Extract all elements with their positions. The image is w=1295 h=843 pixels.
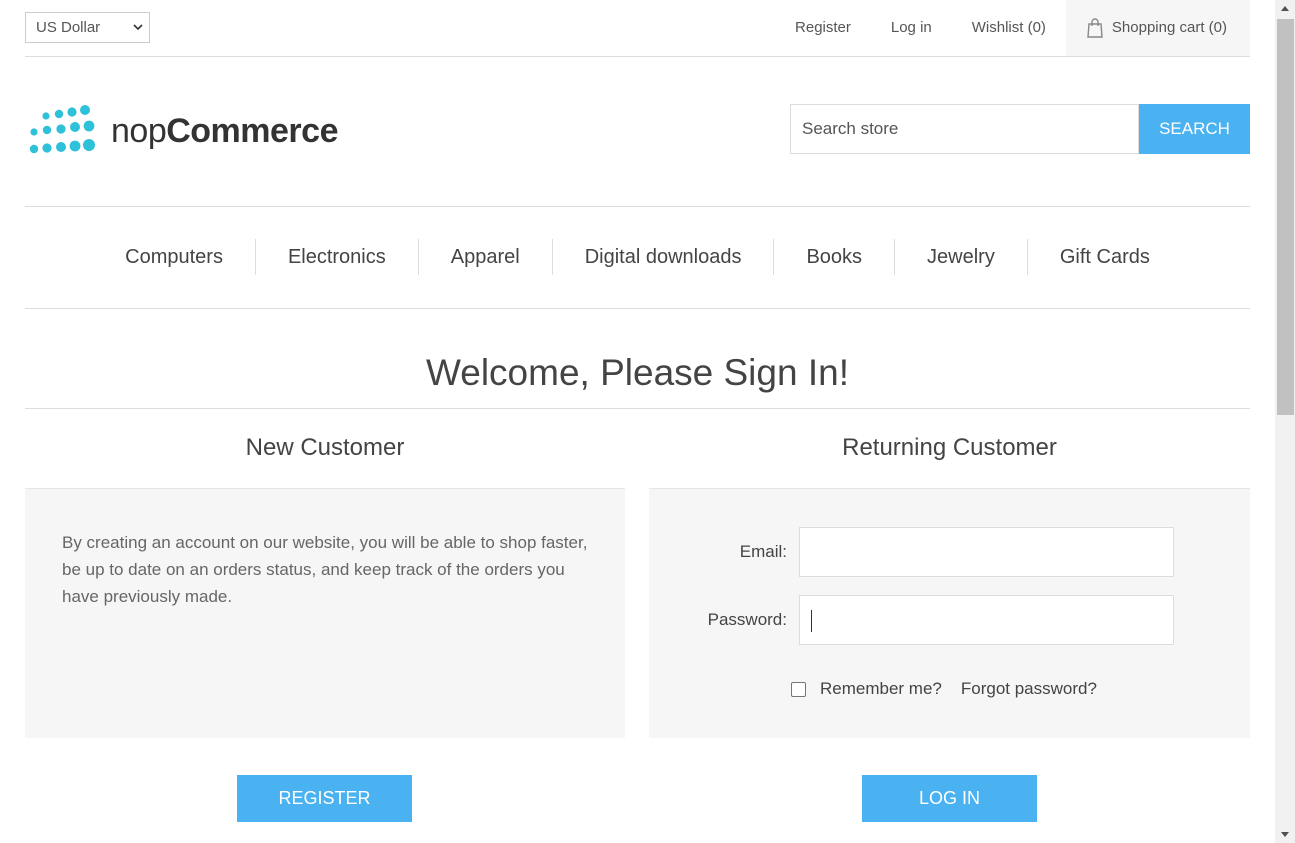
remember-me-checkbox[interactable] bbox=[791, 681, 806, 697]
store-logo[interactable]: nopCommerce bbox=[27, 104, 338, 158]
register-link[interactable]: Register bbox=[775, 0, 871, 56]
register-button[interactable]: REGISTER bbox=[237, 775, 412, 822]
scroll-down-icon[interactable] bbox=[1281, 832, 1289, 837]
remember-me-label[interactable]: Remember me? bbox=[820, 679, 942, 699]
chevron-down-icon bbox=[133, 24, 143, 31]
header-links: Register Log in Wishlist (0) Shopping ca… bbox=[775, 0, 1250, 56]
page-title: Welcome, Please Sign In! bbox=[426, 352, 849, 393]
header-divider bbox=[25, 56, 1250, 57]
new-customer-text: By creating an account on our website, y… bbox=[62, 533, 588, 606]
shopping-bag-icon bbox=[1087, 18, 1103, 38]
nav-top-divider bbox=[25, 206, 1250, 207]
currency-value: US Dollar bbox=[36, 19, 101, 36]
remember-row: Remember me? Forgot password? bbox=[791, 679, 1097, 699]
search-box: SEARCH bbox=[790, 104, 1250, 154]
text-caret bbox=[811, 610, 812, 632]
logo-text-bold: Commerce bbox=[166, 111, 338, 150]
search-input[interactable] bbox=[790, 104, 1139, 154]
shopping-cart-label: Shopping cart (0) bbox=[1111, 19, 1227, 36]
wishlist-link[interactable]: Wishlist (0) bbox=[952, 0, 1066, 56]
page: US Dollar Register Log in Wishlist (0) S… bbox=[25, 0, 1250, 843]
returning-customer-block: Returning Customer Email: Password: Reme… bbox=[649, 408, 1250, 738]
email-row: Email: bbox=[662, 527, 1174, 577]
search-button[interactable]: SEARCH bbox=[1139, 104, 1250, 154]
returning-customer-title: Returning Customer bbox=[649, 408, 1250, 489]
currency-select[interactable]: US Dollar bbox=[25, 12, 150, 43]
scrollbar-thumb[interactable] bbox=[1277, 19, 1294, 415]
new-customer-panel: By creating an account on our website, y… bbox=[25, 489, 625, 738]
nav-item-electronics[interactable]: Electronics bbox=[254, 239, 418, 275]
new-customer-block: New Customer By creating an account on o… bbox=[25, 408, 625, 738]
forgot-password-link[interactable]: Forgot password? bbox=[961, 679, 1097, 699]
nav-item-jewelry[interactable]: Jewelry bbox=[894, 239, 1027, 275]
login-link[interactable]: Log in bbox=[871, 0, 952, 56]
nav-item-apparel[interactable]: Apparel bbox=[417, 239, 552, 275]
new-customer-title: New Customer bbox=[25, 408, 625, 489]
nav-item-computers[interactable]: Computers bbox=[93, 239, 255, 275]
password-label: Password: bbox=[707, 610, 787, 629]
password-field[interactable] bbox=[799, 595, 1174, 645]
nav-item-digital-downloads[interactable]: Digital downloads bbox=[551, 239, 774, 275]
password-row: Password: bbox=[662, 595, 1174, 645]
scroll-up-icon[interactable] bbox=[1281, 6, 1289, 11]
shopping-cart-link[interactable]: Shopping cart (0) bbox=[1065, 0, 1250, 56]
email-field[interactable] bbox=[799, 527, 1174, 577]
nav-item-books[interactable]: Books bbox=[773, 239, 894, 275]
returning-customer-panel: Email: Password: Remember me? Forgot pas… bbox=[649, 489, 1250, 738]
nav-item-gift-cards[interactable]: Gift Cards bbox=[1026, 239, 1182, 275]
top-menu: Computers Electronics Apparel Digital do… bbox=[25, 239, 1250, 275]
nav-bottom-divider bbox=[25, 308, 1250, 309]
email-label: Email: bbox=[739, 542, 787, 561]
login-button[interactable]: LOG IN bbox=[862, 775, 1037, 822]
scrollbar[interactable] bbox=[1275, 0, 1295, 843]
logo-wordmark: nopCommerce bbox=[111, 112, 338, 151]
logo-text-light: nop bbox=[111, 111, 167, 150]
logo-dots-icon bbox=[29, 105, 95, 154]
